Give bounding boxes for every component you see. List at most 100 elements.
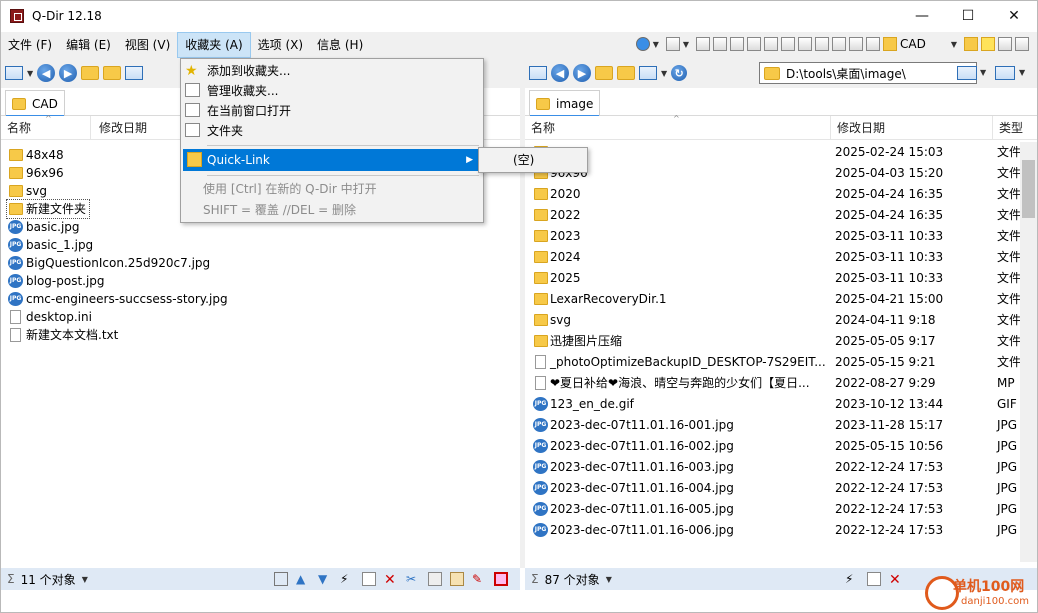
lightning-icon[interactable]: ⚡ [340,572,354,586]
layout-9-icon[interactable] [815,37,830,51]
list-item[interactable]: 新建文件夹 [6,199,90,219]
menu-item-folder[interactable]: 文件夹 [207,121,243,141]
layout-6-icon[interactable] [764,37,779,51]
rename-icon[interactable] [867,572,881,586]
layout-4-icon[interactable] [730,37,745,51]
list-item[interactable]: JPG BigQuestionIcon.25d920c7.jpg [1,254,520,272]
back-icon[interactable]: ◀ [551,64,569,82]
down-arrow-icon[interactable]: ▼ [318,572,332,586]
pane-view-icon[interactable] [5,66,23,80]
table-row[interactable]: 2024 2025-03-11 10:33 文件 [525,247,1037,268]
submenu-empty-item[interactable]: (空) [513,153,534,167]
up-folder-icon[interactable] [81,66,100,80]
table-row[interactable]: 2020 2025-04-24 16:35 文件 [525,184,1037,205]
table-row[interactable]: svg 2024-04-11 9:18 文件 [525,310,1037,331]
back-icon[interactable]: ◀ [37,64,56,82]
table-row[interactable]: 2022 2025-04-24 16:35 文件 [525,205,1037,226]
view-mode-icon[interactable] [125,66,144,80]
minimize-button[interactable]: — [899,1,945,31]
menu-item-quick-link[interactable]: Quick-Link ▶ [183,149,481,171]
restore-icon[interactable] [1015,37,1029,51]
layout-2-icon[interactable] [696,37,711,51]
list-item[interactable]: JPG basic_1.jpg [1,236,520,254]
up-arrow-icon[interactable]: ▲ [296,572,310,586]
view-mode-icon[interactable] [639,66,657,80]
close-button[interactable]: ✕ [991,1,1037,31]
table-row[interactable]: 2023 2025-03-11 10:33 文件 [525,226,1037,247]
list-item[interactable]: JPG blog-post.jpg [1,272,520,290]
new-folder-icon[interactable] [103,66,122,80]
menu-info[interactable]: 信息 (H) [310,32,370,58]
new-folder-icon[interactable] [617,66,635,80]
globe-icon[interactable] [635,37,650,51]
address-bar[interactable]: D:\tools\桌面\image\ ⌵ [759,62,977,84]
maximize-button[interactable]: ☐ [945,1,991,31]
tab-image[interactable]: image [529,90,601,117]
monitor-icon[interactable] [957,66,977,80]
lightning-icon[interactable]: ⚡ [845,572,859,586]
chevron-down-icon[interactable]: ▼ [980,68,986,77]
delete-icon[interactable]: ✕ [384,572,398,588]
column-date[interactable]: 修改日期 [831,116,993,140]
list-item[interactable]: JPG cmc-engineers-succsess-story.jpg [1,290,520,308]
layout-10-icon[interactable] [832,37,847,51]
table-row[interactable]: LexarRecoveryDir.1 2025-04-21 15:00 文件 [525,289,1037,310]
pane-view-icon[interactable] [529,66,547,80]
table-row[interactable]: JPG 2023-dec-07t11.01.16-005.jpg 2022-12-2… [525,499,1037,520]
folder-icon[interactable] [883,37,898,51]
layout-7-icon[interactable] [781,37,796,51]
tools-icon[interactable] [998,37,1012,51]
column-type[interactable]: 类型 [993,116,1037,140]
list-item[interactable]: 新建文本文档.txt [1,326,520,344]
favorites-icon[interactable] [964,37,978,51]
table-row[interactable]: ❤夏日补给❤海浪、晴空与奔跑的少女们【夏日... 2022-08-27 9:29 M… [525,373,1037,394]
table-row[interactable]: _photoOptimizeBackupID_DESKTOP-7S29EIT..… [525,352,1037,373]
cad-label[interactable]: CAD [900,37,926,51]
menu-edit[interactable]: 编辑 (E) [59,32,118,58]
cut-icon[interactable]: ✂ [406,572,420,586]
layout-icon[interactable] [665,37,680,51]
table-row[interactable]: JPG 2023-dec-07t11.01.16-004.jpg 2022-12-2… [525,478,1037,499]
properties-icon[interactable] [494,572,508,586]
layout-11-icon[interactable] [849,37,864,51]
table-row[interactable]: JPG 2023-dec-07t11.01.16-002.jpg 2025-05-1… [525,436,1037,457]
menu-favorites[interactable]: 收藏夹 (A) [177,32,251,58]
right-object-count[interactable]: 87 个对象 [545,571,600,588]
left-object-count[interactable]: 11 个对象 [21,571,76,588]
layout-3-icon[interactable] [713,37,728,51]
table-row[interactable]: JPG 123_en_de.gif 2023-10-12 13:44 GIF [525,394,1037,415]
forward-icon[interactable]: ▶ [59,64,78,82]
vertical-scrollbar[interactable] [1020,142,1037,562]
refresh-icon[interactable]: ↻ [671,65,688,81]
rename-icon[interactable] [362,572,376,586]
pen-icon[interactable]: ✎ [472,572,486,586]
menu-item-open-here[interactable]: 在当前窗口打开 [207,101,291,121]
forward-icon[interactable]: ▶ [573,64,591,82]
list-item[interactable]: desktop.ini [1,308,520,326]
menu-item-add-favorite[interactable]: 添加到收藏夹... [207,61,290,81]
menu-item-manage-favorites[interactable]: 管理收藏夹... [207,81,278,101]
table-row[interactable]: JPG 2023-dec-07t11.01.16-001.jpg 2023-11-2… [525,415,1037,436]
table-row[interactable]: JPG 2023-dec-07t11.01.16-006.jpg 2022-12-2… [525,520,1037,541]
copy-icon[interactable] [428,572,442,586]
delete-icon[interactable]: ✕ [889,572,903,588]
table-row[interactable]: 2025-02-24 15:03 文件 [525,142,1037,163]
table-row[interactable]: 2025 2025-03-11 10:33 文件 [525,268,1037,289]
up-folder-icon[interactable] [595,66,613,80]
menu-file[interactable]: 文件 (F) [1,32,59,58]
hammer-icon[interactable] [274,572,288,586]
chevron-down-icon[interactable]: ▼ [1019,68,1025,77]
scrollbar-thumb[interactable] [1022,160,1035,218]
layout-8-icon[interactable] [798,37,813,51]
paste-icon[interactable] [450,572,464,586]
menu-view[interactable]: 视图 (V) [118,32,177,58]
monitor-2-icon[interactable] [995,66,1015,80]
layout-12-icon[interactable] [866,37,881,51]
star-icon[interactable] [981,37,995,51]
tab-cad[interactable]: CAD [5,90,65,117]
table-row[interactable]: 96x96 2025-04-03 15:20 文件 [525,163,1037,184]
menu-options[interactable]: 选项 (X) [251,32,310,58]
table-row[interactable]: 迅捷图片压缩 2025-05-05 9:17 文件 [525,331,1037,352]
layout-5-icon[interactable] [747,37,762,51]
table-row[interactable]: JPG 2023-dec-07t11.01.16-003.jpg 2022-12-2… [525,457,1037,478]
